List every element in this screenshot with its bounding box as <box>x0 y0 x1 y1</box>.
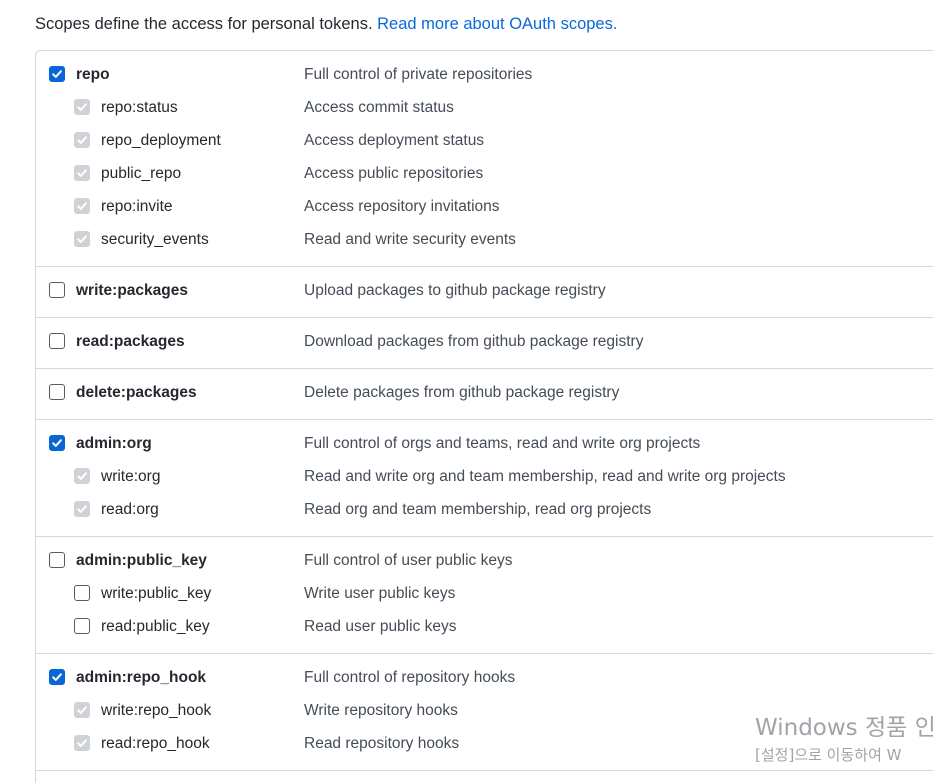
scope-description: Write repository hooks <box>304 702 458 719</box>
scope-name: repo:invite <box>101 198 173 215</box>
scope-row-admin-org[interactable]: admin:org Full control of orgs and teams,… <box>36 428 933 461</box>
scopes-list: repo Full control of private repositories… <box>35 50 933 783</box>
scope-group-repo: repo Full control of private repositories… <box>36 51 933 266</box>
scope-group-admin-org-hook: admin:org_hookFull control of organizati… <box>36 770 933 783</box>
scope-group-read-packages: read:packages Download packages from gith… <box>36 317 933 368</box>
scope-name: repo_deployment <box>101 132 221 149</box>
subscope-row-read-org[interactable]: read:org Read org and team membership, re… <box>36 494 933 527</box>
scope-description: Delete packages from github package regi… <box>304 384 620 401</box>
checkbox-read-org <box>74 501 90 517</box>
scope-name: repo:status <box>101 99 178 116</box>
scope-description: Read and write security events <box>304 231 516 248</box>
scope-name: admin:repo_hook <box>76 669 207 686</box>
scope-description: Full control of orgs and teams, read and… <box>304 435 701 452</box>
subscope-row-security-events[interactable]: security_events Read and write security e… <box>36 224 933 257</box>
scope-row-admin-public-key[interactable]: admin:public_key Full control of user pub… <box>36 545 933 578</box>
watermark-title: Windows 정품 인 <box>755 715 933 741</box>
scope-row-delete-packages[interactable]: delete:packages Delete packages from gith… <box>36 377 933 410</box>
clipped-heading-fragment <box>36 0 236 2</box>
subscope-row-repo-deployment[interactable]: repo_deployment Access deployment status <box>36 125 933 158</box>
checkbox-repo-invite <box>74 198 90 214</box>
checkbox-repo[interactable] <box>49 66 65 82</box>
checkbox-delete-packages[interactable] <box>49 384 65 400</box>
scope-description: Access repository invitations <box>304 198 500 215</box>
subscope-row-repo-invite[interactable]: repo:invite Access repository invitations <box>36 191 933 224</box>
scope-group-admin-org: admin:org Full control of orgs and teams,… <box>36 419 933 536</box>
scope-description: Read and write org and team membership, … <box>304 468 786 485</box>
scope-description: Access commit status <box>304 99 454 116</box>
scope-row-admin-org-hook[interactable]: admin:org_hookFull control of organizati… <box>36 779 933 783</box>
checkbox-read-public-key[interactable] <box>74 618 90 634</box>
scope-group-admin-public-key: admin:public_key Full control of user pub… <box>36 536 933 653</box>
subscope-row-read-public-key[interactable]: read:public_key Read user public keys <box>36 611 933 644</box>
checkbox-security-events <box>74 231 90 247</box>
scope-description: Read user public keys <box>304 618 457 635</box>
scope-description: Access public repositories <box>304 165 484 182</box>
subscope-row-public-repo[interactable]: public_repo Access public repositories <box>36 158 933 191</box>
checkbox-write-org <box>74 468 90 484</box>
subscope-row-write-public-key[interactable]: write:public_key Write user public keys <box>36 578 933 611</box>
checkbox-public-repo <box>74 165 90 181</box>
scope-name: write:org <box>101 468 161 485</box>
scope-name: security_events <box>101 231 209 248</box>
checkbox-admin-public-key[interactable] <box>49 552 65 568</box>
scope-description: Full control of private repositories <box>304 66 533 83</box>
scope-description: Access deployment status <box>304 132 485 149</box>
oauth-scopes-link[interactable]: Read more about OAuth scopes. <box>377 15 617 33</box>
scope-name: read:org <box>101 501 159 518</box>
checkbox-repo-status <box>74 99 90 115</box>
scope-group-write-packages: write:packages Upload packages to github … <box>36 266 933 317</box>
scope-description: Full control of repository hooks <box>304 669 516 686</box>
scope-name: admin:org <box>76 435 152 452</box>
scope-name: write:public_key <box>101 585 212 602</box>
checkbox-write-repo-hook <box>74 702 90 718</box>
checkbox-admin-org[interactable] <box>49 435 65 451</box>
watermark-subtitle: [설정]으로 이동하여 W <box>755 746 902 764</box>
windows-activation-watermark: Windows 정품 인 [설정]으로 이동하여 W <box>755 713 933 765</box>
scope-name: read:public_key <box>101 618 210 635</box>
subscope-row-repo-status[interactable]: repo:status Access commit status <box>36 92 933 125</box>
scopes-intro-text: Scopes define the access for personal to… <box>35 15 378 33</box>
scope-row-repo[interactable]: repo Full control of private repositories <box>36 59 933 92</box>
scope-row-read-packages[interactable]: read:packages Download packages from gith… <box>36 326 933 359</box>
subscope-row-write-org[interactable]: write:org Read and write org and team mem… <box>36 461 933 494</box>
checkbox-write-public-key[interactable] <box>74 585 90 601</box>
scope-name: repo <box>76 66 110 83</box>
checkbox-repo-deployment <box>74 132 90 148</box>
scope-name: read:packages <box>76 333 185 350</box>
scope-row-write-packages[interactable]: write:packages Upload packages to github … <box>36 275 933 308</box>
scope-description: Write user public keys <box>304 585 456 602</box>
scope-description: Read repository hooks <box>304 735 460 752</box>
scope-name: delete:packages <box>76 384 197 401</box>
scope-description: Upload packages to github package regist… <box>304 282 606 299</box>
scope-name: write:repo_hook <box>101 702 212 719</box>
checkbox-write-packages[interactable] <box>49 282 65 298</box>
scope-description: Download packages from github package re… <box>304 333 644 350</box>
scope-name: public_repo <box>101 165 182 182</box>
checkbox-read-repo-hook <box>74 735 90 751</box>
scope-description: Full control of user public keys <box>304 552 513 569</box>
checkbox-read-packages[interactable] <box>49 333 65 349</box>
checkbox-admin-repo-hook[interactable] <box>49 669 65 685</box>
scope-name: admin:public_key <box>76 552 207 569</box>
scope-group-delete-packages: delete:packages Delete packages from gith… <box>36 368 933 419</box>
scope-name: write:packages <box>76 282 188 299</box>
scope-row-admin-repo-hook[interactable]: admin:repo_hook Full control of repositor… <box>36 662 933 695</box>
scope-description: Read org and team membership, read org p… <box>304 501 652 518</box>
scopes-intro: Scopes define the access for personal to… <box>35 13 617 35</box>
scope-name: read:repo_hook <box>101 735 210 752</box>
